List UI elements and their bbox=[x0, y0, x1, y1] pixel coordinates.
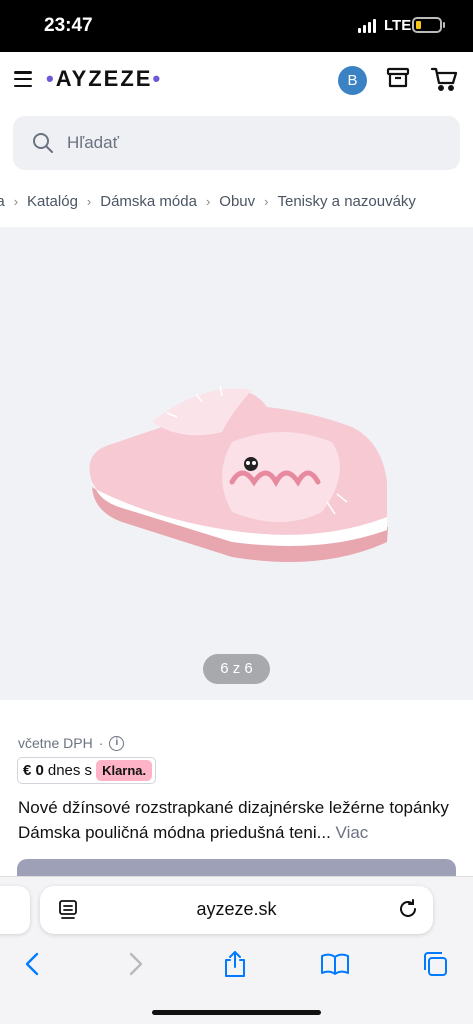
user-avatar[interactable]: B bbox=[338, 66, 367, 95]
installment-text: dnes s bbox=[47, 762, 93, 779]
search-icon bbox=[33, 133, 53, 153]
archive-icon[interactable] bbox=[386, 66, 410, 90]
klarna-badge: Klarna. bbox=[96, 760, 153, 781]
chevron-right-icon: › bbox=[264, 194, 269, 209]
breadcrumb-item[interactable]: Dámska móda bbox=[100, 193, 197, 210]
logo-text: AYZEZE bbox=[55, 66, 153, 91]
browser-toolbar: ayzeze.sk bbox=[0, 876, 473, 1024]
klarna-installment[interactable]: € 0 dnes s Klarna. bbox=[17, 757, 157, 784]
chevron-right-icon: › bbox=[13, 194, 19, 209]
status-time: 23:47 bbox=[44, 15, 93, 36]
breadcrumb-item[interactable]: Tenisky a nazouváky bbox=[278, 193, 416, 210]
chevron-right-icon: › bbox=[205, 194, 211, 209]
home-indicator[interactable] bbox=[152, 1010, 321, 1015]
menu-icon[interactable] bbox=[14, 71, 32, 87]
installment-price: € 0 bbox=[23, 762, 44, 779]
product-title-text: Nové džínsové rozstrapkané dizajnérske l… bbox=[18, 798, 449, 842]
product-gallery[interactable]: 6 z 6 bbox=[0, 227, 473, 700]
vat-separator: · bbox=[98, 735, 104, 751]
bookmarks-icon[interactable] bbox=[320, 949, 350, 979]
vat-info: včetne DPH · i bbox=[18, 735, 125, 751]
signal-icon bbox=[358, 19, 376, 33]
forward-icon[interactable] bbox=[120, 949, 150, 979]
breadcrumb-item[interactable]: Obuv bbox=[219, 193, 255, 210]
breadcrumb-item[interactable]: Katalóg bbox=[27, 193, 78, 210]
network-label: LTE bbox=[384, 17, 412, 34]
search-bar[interactable] bbox=[13, 116, 460, 170]
product-image[interactable] bbox=[82, 382, 402, 572]
product-title: Nové džínsové rozstrapkané dizajnérske l… bbox=[18, 795, 463, 845]
more-link[interactable]: Viac bbox=[336, 823, 369, 842]
site-header: •AYZEZE• B bbox=[0, 52, 473, 108]
image-counter: 6 z 6 bbox=[203, 654, 270, 684]
browser-nav bbox=[0, 947, 473, 983]
breadcrumb: na › Katalóg › Dámska móda › Obuv › Teni… bbox=[0, 193, 473, 217]
chevron-right-icon: › bbox=[86, 194, 92, 209]
cart-icon[interactable] bbox=[430, 65, 458, 93]
vat-text: včetne DPH bbox=[18, 735, 93, 751]
tabs-icon[interactable] bbox=[420, 949, 450, 979]
url-text[interactable]: ayzeze.sk bbox=[40, 899, 433, 920]
reload-icon[interactable] bbox=[397, 898, 419, 920]
site-logo[interactable]: •AYZEZE• bbox=[46, 66, 162, 92]
address-bar[interactable]: ayzeze.sk bbox=[40, 886, 433, 934]
status-bar: 23:47 LTE bbox=[0, 0, 473, 52]
search-input[interactable] bbox=[67, 128, 437, 158]
share-icon[interactable] bbox=[220, 949, 250, 979]
back-icon[interactable] bbox=[18, 949, 48, 979]
info-icon[interactable]: i bbox=[109, 735, 125, 751]
previous-tab-stub[interactable] bbox=[0, 886, 30, 934]
battery-icon bbox=[412, 17, 445, 33]
breadcrumb-item[interactable]: na bbox=[0, 193, 5, 210]
